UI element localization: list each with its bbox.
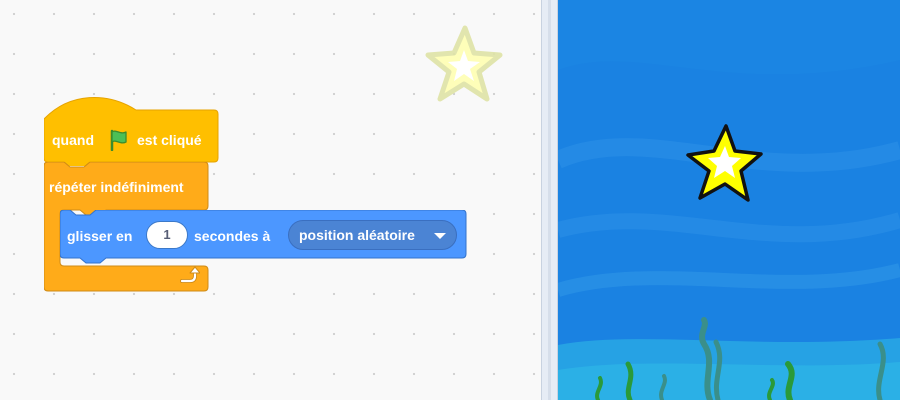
glide-label-before: glisser en (67, 228, 133, 244)
dropdown-arrow-icon (434, 233, 446, 239)
target-position-dropdown[interactable]: position aléatoire (288, 220, 457, 250)
stage-canvas[interactable] (558, 0, 900, 400)
divider-handle[interactable] (548, 0, 551, 400)
glide-to-random-position-block[interactable]: glisser en 1 secondes à position aléatoi… (60, 210, 468, 270)
seconds-input[interactable]: 1 (146, 221, 188, 249)
target-position-value: position aléatoire (299, 227, 415, 243)
repeat-label: répéter indéfiniment (49, 179, 184, 195)
underwater-backdrop (558, 0, 900, 400)
hat-label-before: quand (52, 132, 94, 148)
stage-resize-divider[interactable] (541, 0, 558, 400)
glide-label-after: secondes à (194, 228, 271, 244)
when-flag-clicked-block[interactable]: quand est cliqué (44, 96, 220, 166)
star-icon[interactable] (418, 20, 508, 115)
code-workspace[interactable]: quand est cliqué répéter indéfiniment gl… (0, 0, 541, 400)
green-flag-icon (110, 129, 127, 151)
hat-label-after: est cliqué (137, 132, 202, 148)
